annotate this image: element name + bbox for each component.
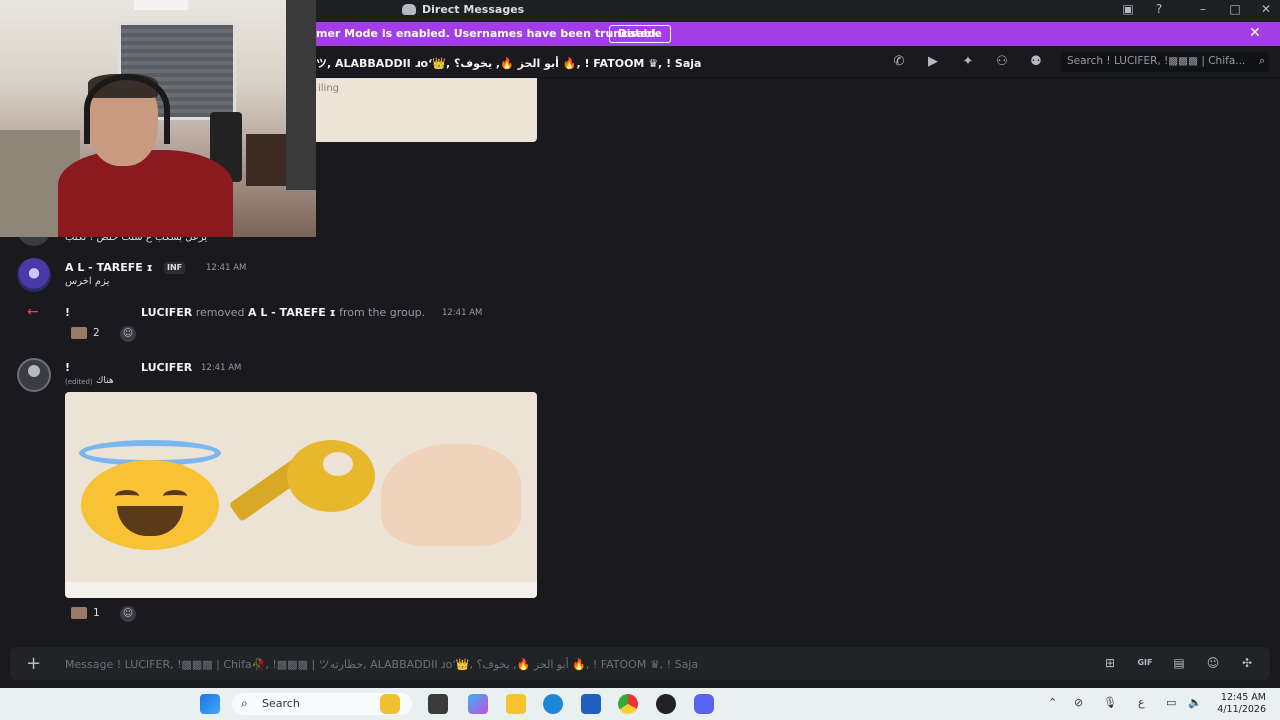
edited-label: (edited) — [65, 378, 93, 386]
taskbar-search-label: Search — [262, 697, 300, 710]
default-avatar-icon — [28, 365, 40, 377]
avatar[interactable] — [17, 358, 51, 392]
emoji-icon[interactable]: ☺ — [1205, 655, 1221, 671]
author-name[interactable]: A L - TAREFE ɪ — [65, 261, 153, 274]
author-name[interactable]: LUCIFER — [141, 361, 192, 374]
store-icon[interactable] — [581, 694, 601, 714]
edge-icon[interactable] — [543, 694, 563, 714]
microphone-icon[interactable]: 🎙 — [1103, 696, 1117, 709]
add-reaction-icon[interactable]: ☺ — [120, 606, 136, 622]
hidden-icons-icon[interactable]: ⊘ — [1074, 696, 1083, 709]
video-call-icon[interactable]: ▶ — [925, 54, 941, 70]
banner-close-icon[interactable]: ✕ — [1249, 25, 1261, 41]
gif-icon[interactable]: GIF — [1137, 655, 1153, 671]
system-action: removed — [195, 306, 245, 319]
add-friends-icon[interactable]: ⚇ — [994, 54, 1010, 70]
close-window-button[interactable]: ✕ — [1257, 2, 1275, 16]
help-icon[interactable]: ? — [1150, 2, 1168, 16]
discord-taskbar-icon[interactable] — [694, 694, 714, 714]
reaction-count: 2 — [93, 327, 100, 339]
reaction-emoji-icon — [71, 607, 87, 619]
upload-plus-icon[interactable]: + — [26, 653, 41, 674]
message-input[interactable]: Message ! LUCIFER, !▩▩▩ | Chifa🥀, !▩▩▩ |… — [65, 656, 698, 672]
smiling-face-icon — [81, 460, 219, 550]
search-input[interactable]: Search ! LUCIFER, !▩▩▩ | Chifa... ⌕ — [1061, 52, 1269, 72]
widget-icon[interactable] — [380, 694, 400, 714]
maximize-button[interactable]: □ — [1226, 2, 1244, 16]
search-placeholder: Search ! LUCIFER, !▩▩▩ | Chifa... — [1067, 55, 1246, 67]
obs-icon[interactable] — [656, 694, 676, 714]
search-icon: ⌕ — [1258, 54, 1265, 67]
message-text: هناك — [96, 376, 114, 386]
reaction[interactable]: 1 — [65, 604, 106, 622]
message-timestamp: 12:41 AM — [442, 308, 483, 318]
windows-taskbar: ⌕ Search ⌃ ⊘ 🎙 ع ▭ 🔈 12:45 AM 4/11/2026 — [0, 688, 1280, 720]
chevron-up-icon[interactable]: ⌃ — [1048, 696, 1057, 709]
attachment-caption: iling — [318, 83, 340, 94]
group-dm-title[interactable]: ツ, ALABBADDII ɹoʻ👑, أبو الحز 🔥, يخوف؟ 🔥,… — [316, 55, 701, 71]
chrome-icon[interactable] — [618, 694, 638, 714]
pinched-hand-icon — [381, 444, 521, 546]
pin-icon[interactable]: ✦ — [960, 54, 976, 70]
add-reaction-icon[interactable]: ☺ — [120, 326, 136, 342]
clock-time: 12:45 AM — [1220, 692, 1266, 703]
window-title-text: Direct Messages — [422, 3, 525, 16]
windows-start-icon[interactable] — [200, 694, 220, 714]
apps-icon[interactable]: ✣ — [1239, 655, 1255, 671]
reaction[interactable]: 2 — [65, 324, 106, 342]
screen-share-icon[interactable]: ▣ — [1119, 2, 1137, 16]
webcam-overlay — [0, 0, 316, 237]
reaction-count: 1 — [93, 607, 100, 619]
target-name[interactable]: A L - TAREFE ɪ — [248, 306, 336, 319]
attachment-image[interactable]: iling — [316, 78, 537, 142]
window-title: Direct Messages — [402, 3, 524, 16]
key-icon — [287, 440, 375, 512]
disable-button[interactable]: Disable — [609, 25, 671, 43]
discord-app: Direct Messages ▣ ? – □ ✕ mer Mode is en… — [0, 0, 1280, 720]
reaction-emoji-icon — [71, 327, 87, 339]
system-suffix: from the group. — [339, 306, 426, 319]
sticker-icon[interactable]: ▤ — [1171, 655, 1187, 671]
message-timestamp: 12:41 AM — [201, 363, 242, 373]
avatar[interactable] — [17, 258, 51, 292]
system-message: ! — [65, 306, 70, 319]
actor-prefix: ! — [65, 306, 71, 319]
copilot-icon[interactable] — [468, 694, 488, 714]
member-list-icon[interactable]: ⚉ — [1028, 54, 1044, 70]
gift-icon[interactable]: ⊞ — [1102, 655, 1118, 671]
clock-date: 4/11/2026 — [1217, 704, 1266, 715]
emoji-image-attachment[interactable] — [65, 392, 537, 598]
actor-name[interactable]: LUCIFER — [141, 306, 192, 319]
server-tag-badge[interactable]: INF — [164, 262, 186, 274]
system-clock[interactable]: 12:45 AM 4/11/2026 — [1212, 692, 1266, 716]
author-prefix: ! — [65, 361, 71, 374]
system-message-body: LUCIFER removed A L - TAREFE ɪ from the … — [141, 306, 425, 319]
message-timestamp: 12:41 AM — [206, 263, 247, 273]
file-explorer-icon[interactable] — [506, 694, 526, 714]
call-icon[interactable]: ✆ — [891, 54, 907, 70]
input-language[interactable]: ع — [1138, 696, 1145, 709]
volume-icon[interactable]: 🔈 — [1188, 696, 1202, 709]
network-icon[interactable]: ▭ — [1166, 696, 1176, 709]
leave-arrow-icon: ← — [27, 304, 39, 320]
minimize-button[interactable]: – — [1194, 2, 1212, 16]
task-view-icon[interactable] — [428, 694, 448, 714]
discord-logo-icon — [402, 4, 416, 15]
search-icon: ⌕ — [241, 696, 248, 710]
message-text: يزم اخرس — [65, 276, 110, 287]
message-composer[interactable]: + Message ! LUCIFER, !▩▩▩ | Chifa🥀, !▩▩▩… — [10, 647, 1270, 680]
